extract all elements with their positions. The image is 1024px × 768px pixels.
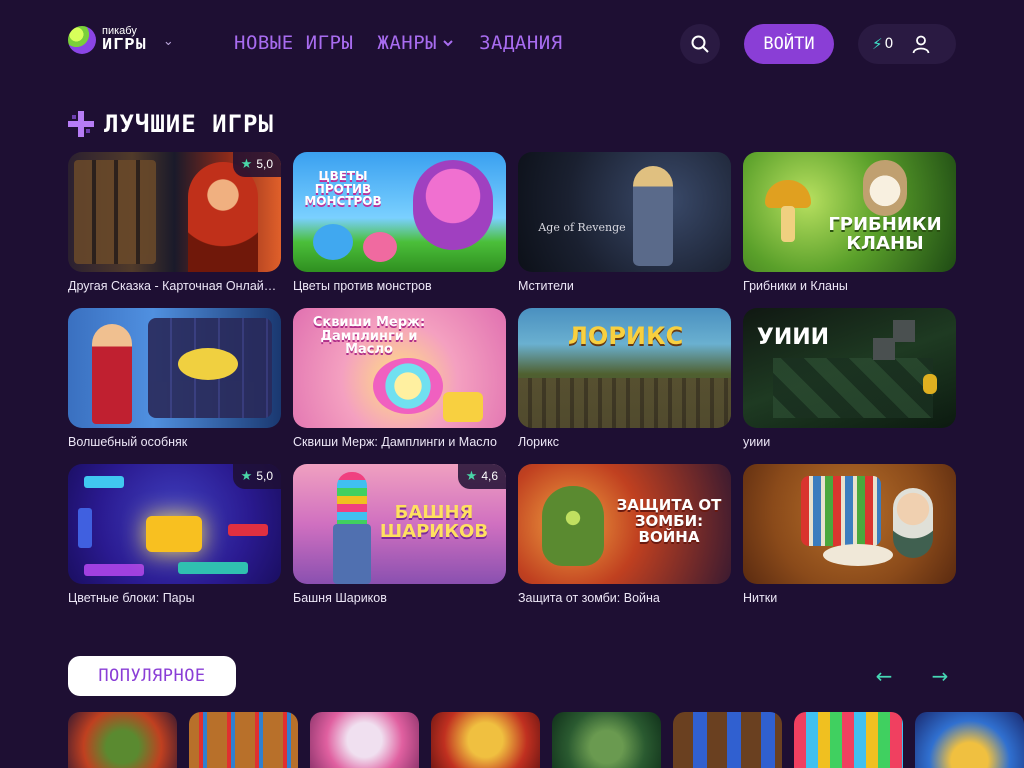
rating-badge: ★ 5,0	[232, 464, 281, 489]
game-title: Грибники и Кланы	[743, 279, 848, 293]
game-title: Цветные блоки: Пары	[68, 591, 195, 605]
game-thumbnail: ГРИБНИКИ КЛАНЫ	[743, 152, 956, 272]
star-icon: ★	[465, 468, 478, 483]
game-thumbnail: Age of Revenge	[518, 152, 731, 272]
search-icon	[691, 35, 709, 53]
popular-game-thumbnail[interactable]	[552, 712, 661, 768]
game-thumbnail: БАШНЯ ШАРИКОВ ★ 4,6	[293, 464, 506, 584]
game-art-text: ЗАЩИТА ОТ ЗОМБИ: ВОЙНА	[616, 496, 722, 546]
login-button[interactable]: ВОЙТИ	[744, 24, 834, 64]
rating-badge: ★ 4,6	[457, 464, 506, 489]
nav-tasks[interactable]: ЗАДАНИЯ	[479, 32, 563, 54]
popular-tab[interactable]: ПОПУЛЯРНОЕ	[68, 656, 236, 696]
game-title: уиии	[743, 435, 771, 449]
popular-game-thumbnail[interactable]	[189, 712, 298, 768]
rating-badge: ★ 5,0	[232, 152, 281, 177]
game-art-text: ГРИБНИКИ КЛАНЫ	[828, 214, 942, 254]
bolt-icon: ⚡	[872, 35, 883, 53]
nav-new-games[interactable]: НОВЫЕ ИГРЫ	[234, 32, 353, 54]
chevron-down-icon[interactable]: ⌄	[163, 34, 174, 49]
game-art-text: ЛОРИКС	[568, 322, 684, 350]
popular-game-thumbnail[interactable]	[794, 712, 903, 768]
best-games-title: ЛУЧШИЕ ИГРЫ	[68, 110, 274, 138]
game-title: Лорикс	[518, 435, 559, 449]
star-icon: ★	[240, 156, 253, 171]
user-box: ⚡ 0	[858, 24, 956, 64]
arrow-left-icon[interactable]: ←	[872, 664, 896, 688]
game-title: Мстители	[518, 279, 574, 293]
game-card[interactable]: ЦВЕТЫ ПРОТИВ МОНСТРОВ Цветы против монст…	[293, 152, 506, 308]
game-art-text: ЦВЕТЫ ПРОТИВ МОНСТРОВ	[304, 169, 382, 209]
game-art-text: Age of Revenge	[538, 221, 626, 234]
game-card[interactable]: ГРИБНИКИ КЛАНЫ Грибники и Кланы	[743, 152, 956, 308]
logo-big-text: ИГРЫ	[102, 36, 147, 55]
game-card[interactable]: БАШНЯ ШАРИКОВ ★ 4,6 Башня Шариков	[293, 464, 506, 620]
game-card[interactable]: Age of Revenge Мстители	[518, 152, 731, 308]
profile-icon[interactable]	[909, 32, 933, 56]
popular-strip	[68, 712, 1024, 768]
search-button[interactable]	[680, 24, 720, 64]
game-card[interactable]: УИИИ уиии	[743, 308, 956, 464]
game-card[interactable]: ★ 5,0 Другая Сказка - Карточная Онлайн Иг…	[68, 152, 281, 308]
popular-game-thumbnail[interactable]	[915, 712, 1024, 768]
star-icon: ★	[240, 468, 253, 483]
logo-ball-icon	[68, 26, 96, 54]
game-thumbnail	[68, 308, 281, 428]
game-card[interactable]: ЛОРИКС Лорикс	[518, 308, 731, 464]
game-title: Башня Шариков	[293, 591, 387, 605]
header: пикабу ИГРЫ ⌄ НОВЫЕ ИГРЫ ЖАНРЫ ЗАДАНИЯ В…	[0, 0, 1024, 90]
game-thumbnail: УИИИ	[743, 308, 956, 428]
sparkle-icon	[68, 111, 94, 137]
main-nav: НОВЫЕ ИГРЫ ЖАНРЫ ЗАДАНИЯ	[234, 32, 563, 54]
game-title: Цветы против монстров	[293, 279, 432, 293]
game-card[interactable]: Волшебный особняк	[68, 308, 281, 464]
nav-genres[interactable]: ЖАНРЫ	[377, 32, 455, 54]
popular-game-thumbnail[interactable]	[310, 712, 419, 768]
game-card[interactable]: Нитки	[743, 464, 956, 620]
arrow-right-icon[interactable]: →	[928, 664, 952, 688]
game-art-text: Сквиши Мерж: Дамплинги и Масло	[312, 315, 426, 358]
game-thumbnail: ЗАЩИТА ОТ ЗОМБИ: ВОЙНА	[518, 464, 731, 584]
game-card[interactable]: ЗАЩИТА ОТ ЗОМБИ: ВОЙНА Защита от зомби: …	[518, 464, 731, 620]
game-thumbnail: ЦВЕТЫ ПРОТИВ МОНСТРОВ	[293, 152, 506, 272]
game-title: Волшебный особняк	[68, 435, 188, 449]
chevron-down-icon	[443, 40, 453, 47]
game-art-text: УИИИ	[756, 325, 830, 350]
game-art-text: БАШНЯ ШАРИКОВ	[379, 502, 489, 542]
logo[interactable]: пикабу ИГРЫ ⌄	[68, 26, 174, 54]
game-thumbnail	[743, 464, 956, 584]
game-thumbnail: ★ 5,0	[68, 152, 281, 272]
popular-game-thumbnail[interactable]	[673, 712, 782, 768]
popular-game-thumbnail[interactable]	[68, 712, 177, 768]
game-thumbnail: ★ 5,0	[68, 464, 281, 584]
coin-count: 0	[884, 36, 894, 52]
game-title: Нитки	[743, 591, 778, 605]
game-card[interactable]: Сквиши Мерж: Дамплинги и Масло Сквиши Ме…	[293, 308, 506, 464]
game-title: Сквиши Мерж: Дамплинги и Масло	[293, 435, 497, 449]
game-thumbnail: Сквиши Мерж: Дамплинги и Масло	[293, 308, 506, 428]
game-title: Другая Сказка - Карточная Онлайн Игра	[68, 279, 281, 293]
popular-game-thumbnail[interactable]	[431, 712, 540, 768]
game-title: Защита от зомби: Война	[518, 591, 660, 605]
game-card[interactable]: ★ 5,0 Цветные блоки: Пары	[68, 464, 281, 620]
best-games-grid: ★ 5,0 Другая Сказка - Карточная Онлайн Иг…	[68, 152, 956, 620]
game-thumbnail: ЛОРИКС	[518, 308, 731, 428]
